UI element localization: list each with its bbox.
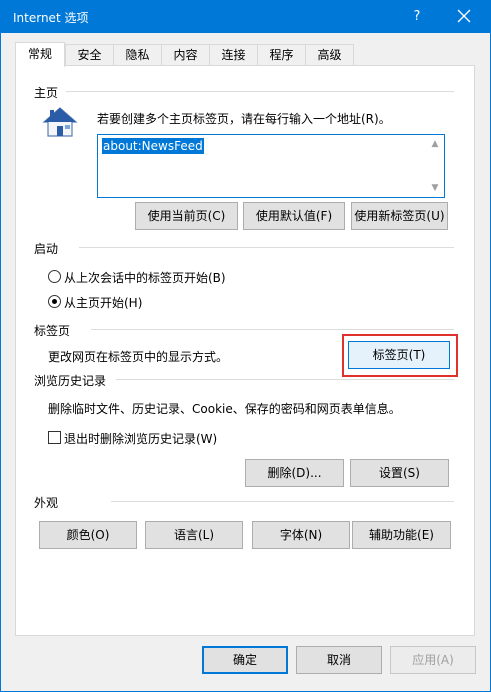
history-divider [116, 379, 454, 380]
close-button[interactable] [442, 1, 488, 33]
history-description: 删除临时文件、历史记录、Cookie、保存的密码和网页表单信息。 [48, 402, 401, 416]
appearance-group-label: 外观 [34, 496, 59, 510]
ok-button[interactable]: 确定 [202, 646, 288, 674]
homepage-description: 若要创建多个主页标签页，请在每行输入一个地址(R)。 [97, 112, 391, 126]
scroll-down-icon[interactable]: ▼ [428, 181, 442, 195]
general-tab-panel: 主页 若要创建多个主页标签页，请在每行输入一个地址(R)。 about:News… [15, 65, 475, 636]
startup-last-session-radio[interactable] [48, 270, 61, 283]
scroll-up-icon[interactable]: ▲ [428, 137, 442, 151]
close-icon [457, 9, 471, 23]
startup-homepage-label: 从主页开始(H) [64, 296, 143, 310]
fonts-button[interactable]: 字体(N) [252, 521, 350, 549]
colors-button[interactable]: 颜色(O) [39, 521, 137, 549]
tabs-divider [91, 329, 454, 330]
startup-homepage-radio[interactable] [48, 295, 61, 308]
languages-button[interactable]: 语言(L) [145, 521, 243, 549]
delete-on-exit-checkbox[interactable] [48, 431, 61, 444]
radio-selected-dot [52, 299, 57, 304]
title-bar[interactable]: Internet 选项 ? [1, 1, 490, 33]
startup-group-label: 启动 [34, 242, 59, 256]
internet-options-dialog: Internet 选项 ? 常规 安全 隐私 内容 连接 程序 高级 主页 若要… [0, 0, 491, 692]
tabs-settings-button[interactable]: 标签页(T) [348, 341, 450, 369]
tabs-description: 更改网页在标签页中的显示方式。 [48, 350, 229, 364]
use-current-button[interactable]: 使用当前页(C) [135, 202, 238, 230]
homepage-group-label: 主页 [34, 86, 59, 100]
history-settings-button[interactable]: 设置(S) [350, 459, 449, 487]
home-icon [42, 107, 78, 137]
homepage-address-input[interactable]: about:NewsFeed ▲ ▼ [97, 134, 445, 198]
cancel-button[interactable]: 取消 [296, 646, 382, 674]
history-group-label: 浏览历史记录 [34, 374, 107, 388]
tab-general[interactable]: 常规 [15, 42, 65, 67]
homepage-divider [66, 91, 454, 92]
tab-privacy[interactable]: 隐私 [113, 44, 162, 66]
tab-content[interactable]: 内容 [161, 44, 210, 66]
apply-button[interactable]: 应用(A) [390, 646, 476, 674]
startup-divider [79, 247, 454, 248]
appearance-divider [111, 501, 454, 502]
window-title: Internet 选项 [13, 11, 89, 25]
tab-security[interactable]: 安全 [65, 44, 114, 66]
use-default-button[interactable]: 使用默认值(F) [243, 202, 345, 230]
homepage-address-value: about:NewsFeed [102, 138, 204, 154]
tabs-group-label: 标签页 [34, 324, 71, 338]
tab-connections[interactable]: 连接 [209, 44, 258, 66]
tab-programs[interactable]: 程序 [257, 44, 306, 66]
tab-advanced[interactable]: 高级 [305, 44, 354, 66]
help-button[interactable]: ? [397, 1, 437, 33]
use-new-tab-button[interactable]: 使用新标签页(U) [351, 202, 448, 230]
delete-history-button[interactable]: 删除(D)... [245, 459, 344, 487]
accessibility-button[interactable]: 辅助功能(E) [352, 521, 451, 549]
startup-last-session-label: 从上次会话中的标签页开始(B) [64, 271, 226, 285]
delete-on-exit-label: 退出时删除浏览历史记录(W) [64, 432, 218, 446]
